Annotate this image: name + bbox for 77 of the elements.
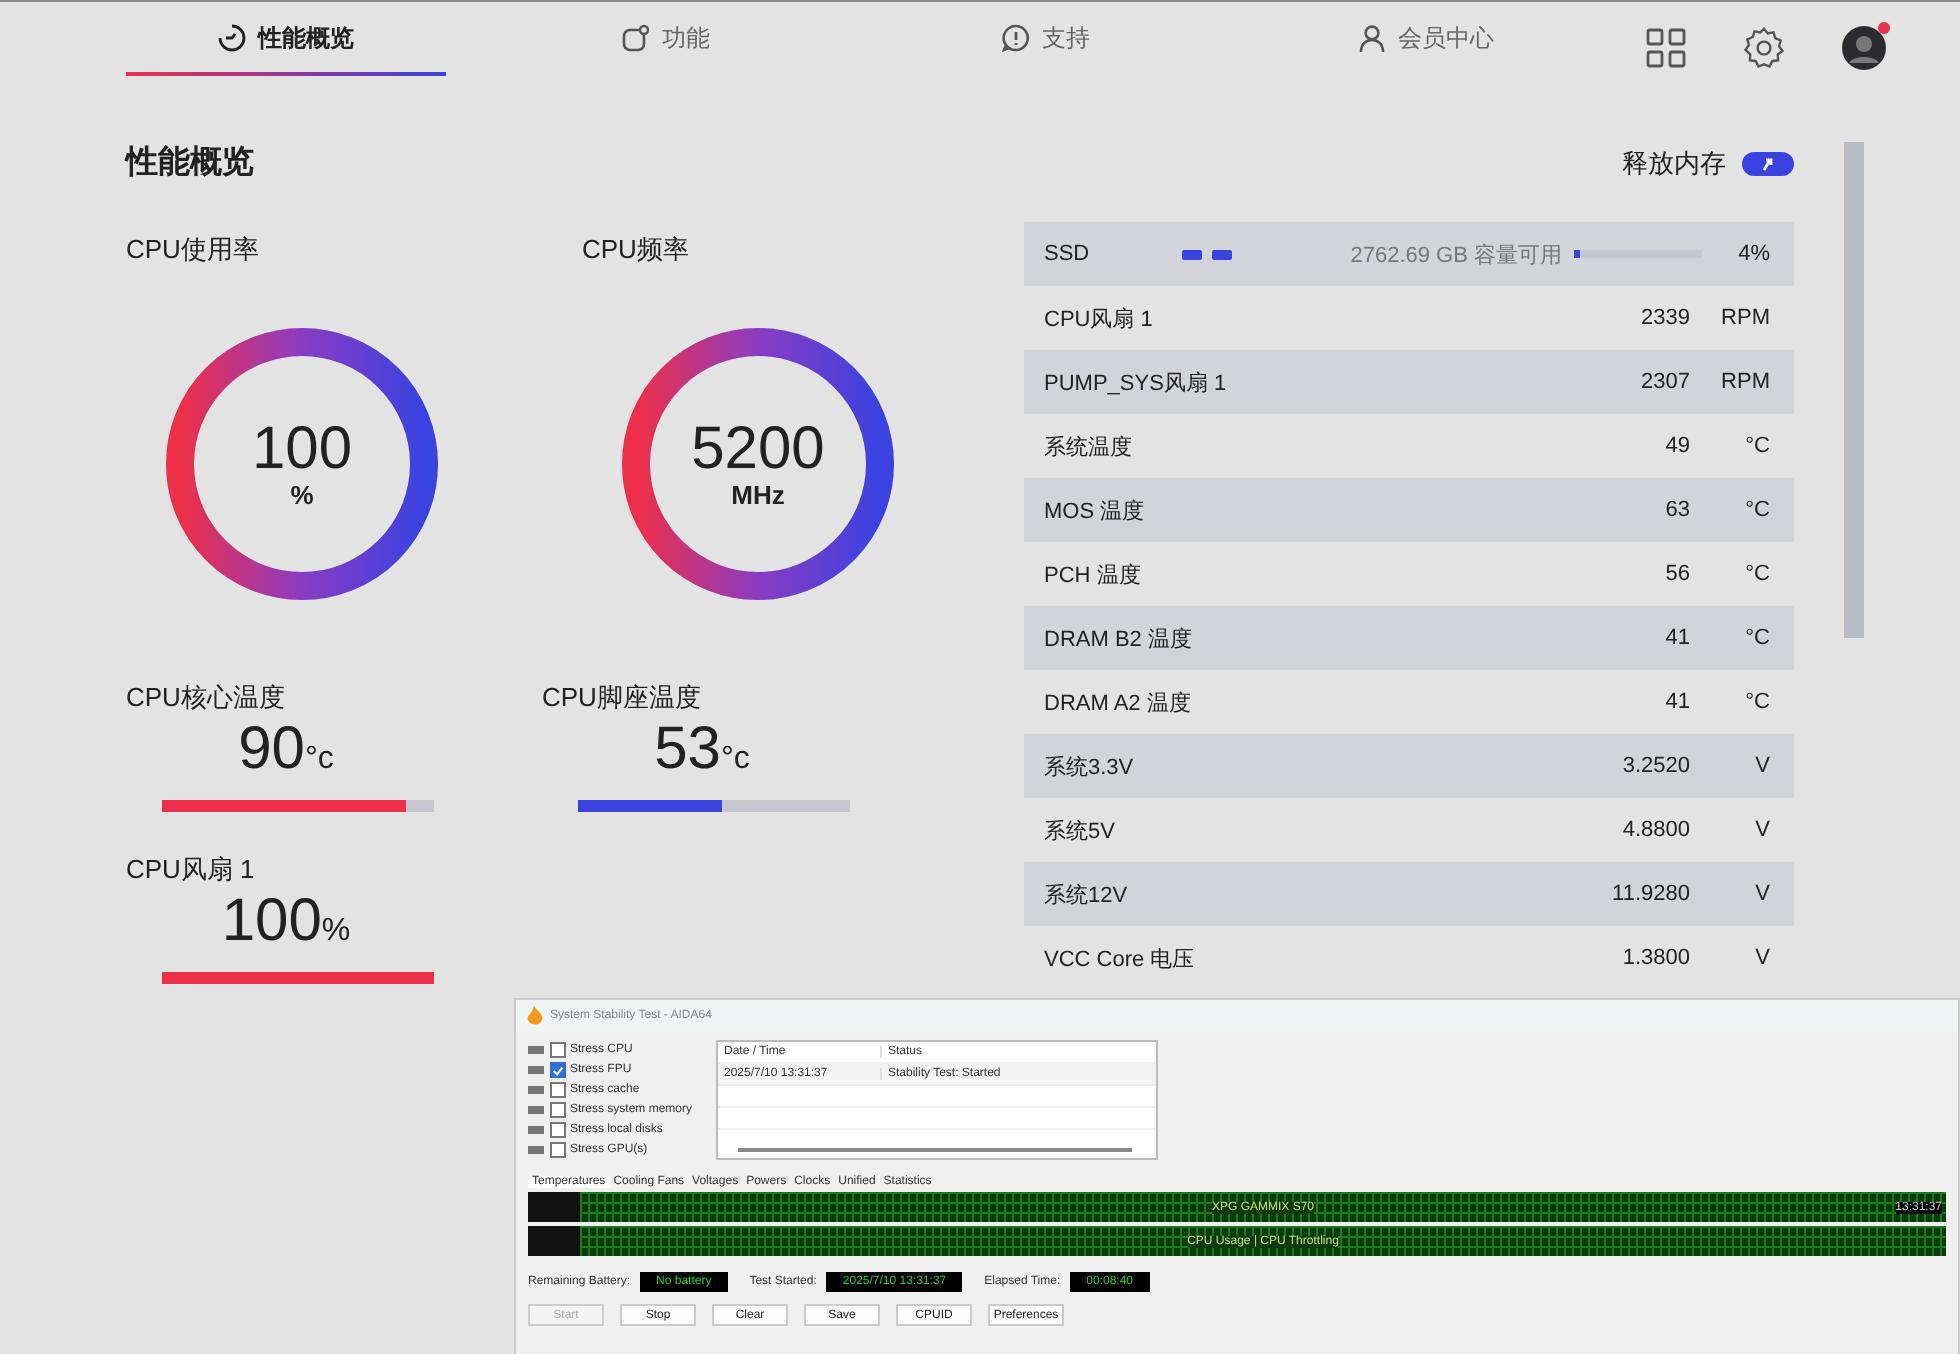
sensor-unit: °C [1743,690,1770,714]
sensor-value: 49 [1665,434,1690,458]
sensor-value: 56 [1665,562,1690,586]
alert-icon [1002,24,1030,52]
meter-label: CPU风扇 1 [126,852,257,888]
checkbox[interactable] [550,1142,566,1158]
sensor-name: DRAM A2 温度 [1044,689,1193,717]
sensor-unit: °C [1743,562,1770,586]
sensor-name: PCH 温度 [1044,561,1143,589]
sensor-unit: V [1753,882,1770,906]
storage-free-text: 2762.69 GB 容量可用 [1350,241,1562,269]
sensor-unit: V [1753,818,1770,842]
checkbox[interactable] [550,1082,566,1098]
sensor-value: 3.2520 [1622,754,1690,778]
meter-label: CPU脚座温度 [542,680,703,716]
sensor-unit: °C [1743,434,1770,458]
scrollbar[interactable] [1844,142,1864,638]
sensor-value: 1.3800 [1622,946,1690,970]
gauge-value: 5200 [691,419,825,479]
settings-icon[interactable] [1742,26,1786,70]
checkbox[interactable] [550,1122,566,1138]
meter-label: CPU核心温度 [126,680,287,716]
horizontal-scrollbar[interactable] [738,1148,1132,1152]
sensor-value: 41 [1665,626,1690,650]
sensor-name: 系统5V [1044,817,1117,845]
flame-icon [526,1006,544,1026]
checkbox[interactable] [550,1062,566,1078]
sensor-value: 63 [1665,498,1690,522]
axis-panel [528,1226,580,1256]
sensor-name: CPU风扇 1 [1044,305,1155,333]
nav-tab[interactable]: 会员中心 [1266,4,1586,76]
sensor-value: 11.9280 [1612,882,1690,906]
sensor-name: VCC Core 电压 [1044,945,1197,973]
avatar[interactable] [1842,26,1886,70]
sensor-name: SSD [1044,242,1092,266]
gauge-value: 100 [251,419,353,479]
sensor-unit: °C [1743,626,1770,650]
sensor-name: 系统12V [1044,881,1130,909]
sensor-value: 41 [1665,690,1690,714]
nav-tab[interactable]: 功能 [506,4,826,76]
nav-tab[interactable]: 性能概览 [126,4,446,76]
sensor-unit: V [1753,946,1770,970]
meter-value: 100 [221,888,322,954]
sensor-name: PUMP_SYS风扇 1 [1044,369,1229,397]
gauge-icon [218,24,246,52]
release-memory-toggle[interactable] [1742,152,1794,176]
user-icon [1358,24,1386,52]
sensor-name: 系统3.3V [1044,753,1136,781]
nav-tab[interactable]: 支持 [886,4,1206,76]
grid-icon[interactable] [1646,28,1686,68]
sensor-unit: V [1753,754,1770,778]
checkbox[interactable] [550,1102,566,1118]
sensor-name: DRAM B2 温度 [1044,625,1194,653]
sensor-value: 4.8800 [1622,818,1690,842]
gauge-unit: MHz [731,479,785,509]
meter-value: 53 [654,716,721,782]
meter-unit: °c [720,742,750,776]
sensor-value: 2339 [1641,306,1690,330]
sensor-value: 2307 [1641,370,1690,394]
sensor-unit: RPM [1719,306,1770,330]
sensor-name: MOS 温度 [1044,497,1147,525]
page-title: 性能概览 [126,143,256,184]
drive-indicator-icon [1182,249,1233,259]
storage-percent: 4% [1736,242,1770,266]
meter-unit: % [321,914,351,948]
arrow-icon [1760,156,1776,172]
gauge-unit: % [290,479,314,509]
meter-unit: °c [304,742,334,776]
sensor-unit: RPM [1719,370,1770,394]
gauge-label: CPU使用率 [126,232,261,268]
meter-value: 90 [238,716,305,782]
checkbox[interactable] [550,1042,566,1058]
sensor-name: 系统温度 [1044,433,1134,461]
gauge-label: CPU频率 [582,232,691,268]
sensor-unit: °C [1743,498,1770,522]
release-memory-label: 释放内存 [1622,146,1726,182]
axis-panel [528,1192,580,1222]
